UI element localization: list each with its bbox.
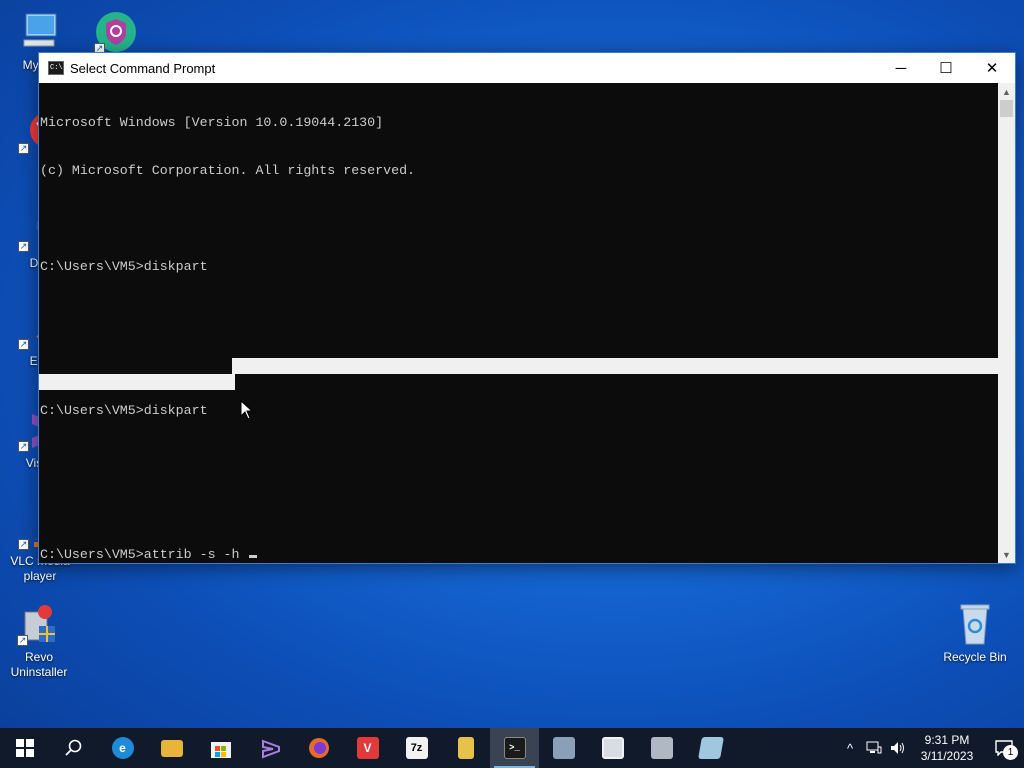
taskbar: e V 7z >_ ^ 9:31 PM 3/11/2023 1 xyxy=(0,728,1024,768)
revo-uninstaller-icon: ↗ xyxy=(17,602,61,646)
setup-tool-icon xyxy=(650,737,673,759)
window-titlebar[interactable]: Select Command Prompt ─ ☐ ✕ xyxy=(39,53,1015,83)
store-icon xyxy=(210,742,231,758)
visual-studio-icon xyxy=(261,739,280,759)
folder-icon xyxy=(160,739,183,757)
document-icon xyxy=(601,737,624,759)
desktop-icon-label-line2: Uninstaller xyxy=(10,665,68,679)
shortcut-arrow-icon: ↗ xyxy=(18,241,29,252)
start-button[interactable] xyxy=(0,728,49,768)
taskbar-app-edge[interactable]: e xyxy=(98,728,147,768)
search-icon xyxy=(64,739,81,756)
clock-date: 3/11/2023 xyxy=(920,749,974,763)
console-command-text: C:\Users\VM5>attrib -s -h xyxy=(40,547,248,562)
scroll-up-arrow-icon[interactable]: ▲ xyxy=(998,83,1015,100)
taskbar-app-7zip[interactable]: 7z xyxy=(392,728,441,768)
desktop-icon-label: Recycle Bin xyxy=(943,650,1007,664)
taskbar-app-network-tool[interactable] xyxy=(539,728,588,768)
desktop-icon-shield-app[interactable]: ↗ xyxy=(78,10,154,58)
volume-icon[interactable] xyxy=(886,728,910,768)
shortcut-arrow-icon: ↗ xyxy=(18,539,29,550)
taskbar-app-microsoft-store[interactable] xyxy=(196,728,245,768)
minimize-button[interactable]: ─ xyxy=(878,53,924,83)
zip-folder-icon xyxy=(457,737,474,759)
maximize-button[interactable]: ☐ xyxy=(923,53,969,83)
taskbar-app-file-explorer[interactable] xyxy=(147,728,196,768)
scroll-down-arrow-icon[interactable]: ▼ xyxy=(998,546,1015,563)
selection-highlight xyxy=(232,358,999,374)
taskbar-app-visual-studio[interactable] xyxy=(245,728,294,768)
7zip-icon: 7z xyxy=(405,737,428,759)
start-icon xyxy=(15,739,34,757)
selection-highlight xyxy=(39,374,235,390)
taskbar-app-vivaldi[interactable]: V xyxy=(343,728,392,768)
notification-count-badge: 1 xyxy=(1003,745,1018,760)
window-title: Select Command Prompt xyxy=(70,60,216,76)
firefox-icon xyxy=(308,738,329,758)
edge-icon: e xyxy=(111,737,134,759)
clock[interactable]: 9:31 PM 3/11/2023 xyxy=(910,732,984,764)
vivaldi-icon: V xyxy=(356,737,379,759)
desktop-icon-label: Revo xyxy=(24,650,53,664)
shortcut-arrow-icon: ↗ xyxy=(18,441,29,452)
clock-time: 9:31 PM xyxy=(924,733,970,747)
recycle-bin-icon xyxy=(953,602,997,646)
desktop-icon-recycle-bin[interactable]: Recycle Bin xyxy=(937,602,1013,665)
command-prompt-window[interactable]: Select Command Prompt ─ ☐ ✕ Microsoft Wi… xyxy=(38,52,1016,564)
command-prompt-icon xyxy=(48,61,64,75)
notes-icon xyxy=(697,737,724,759)
text-cursor xyxy=(249,555,258,558)
notification-center-button[interactable]: 1 xyxy=(984,728,1024,768)
scroll-thumb[interactable] xyxy=(1000,100,1013,117)
shortcut-arrow-icon: ↗ xyxy=(17,635,28,646)
close-button[interactable]: ✕ xyxy=(969,53,1015,83)
console-output[interactable]: Microsoft Windows [Version 10.0.19044.21… xyxy=(39,83,999,563)
taskbar-app-archive-folder[interactable] xyxy=(441,728,490,768)
search-button[interactable] xyxy=(49,728,98,768)
taskbar-app-setup-tool[interactable] xyxy=(637,728,686,768)
vertical-scrollbar[interactable]: ▲ ▼ xyxy=(998,83,1015,563)
network-icon[interactable] xyxy=(862,728,886,768)
console-line: C:\Users\VM5>diskpart xyxy=(40,259,208,274)
command-prompt-icon: >_ xyxy=(503,737,526,759)
network-tool-icon xyxy=(552,737,575,759)
shield-app-icon: ↗ xyxy=(94,10,138,54)
console-input-line[interactable]: C:\Users\VM5>attrib -s -h xyxy=(40,547,999,563)
taskbar-app-command-prompt[interactable]: >_ xyxy=(490,728,539,768)
taskbar-app-notes[interactable] xyxy=(686,728,735,768)
console-line: Microsoft Windows [Version 10.0.19044.21… xyxy=(40,115,384,130)
desktop-icon-label-line2: player xyxy=(23,569,57,583)
show-hidden-icons-chevron-icon[interactable]: ^ xyxy=(838,728,862,768)
console-line: C:\Users\VM5>diskpart xyxy=(40,403,208,418)
system-tray: ^ 9:31 PM 3/11/2023 1 xyxy=(838,728,1024,768)
shortcut-arrow-icon: ↗ xyxy=(18,339,29,350)
taskbar-app-document-viewer[interactable] xyxy=(588,728,637,768)
console-line: (c) Microsoft Corporation. All rights re… xyxy=(40,163,416,178)
computer-icon xyxy=(18,10,62,54)
taskbar-app-firefox[interactable] xyxy=(294,728,343,768)
shortcut-arrow-icon: ↗ xyxy=(18,143,29,154)
desktop-icon-revo-uninstaller[interactable]: ↗ Revo Uninstaller xyxy=(1,602,77,680)
